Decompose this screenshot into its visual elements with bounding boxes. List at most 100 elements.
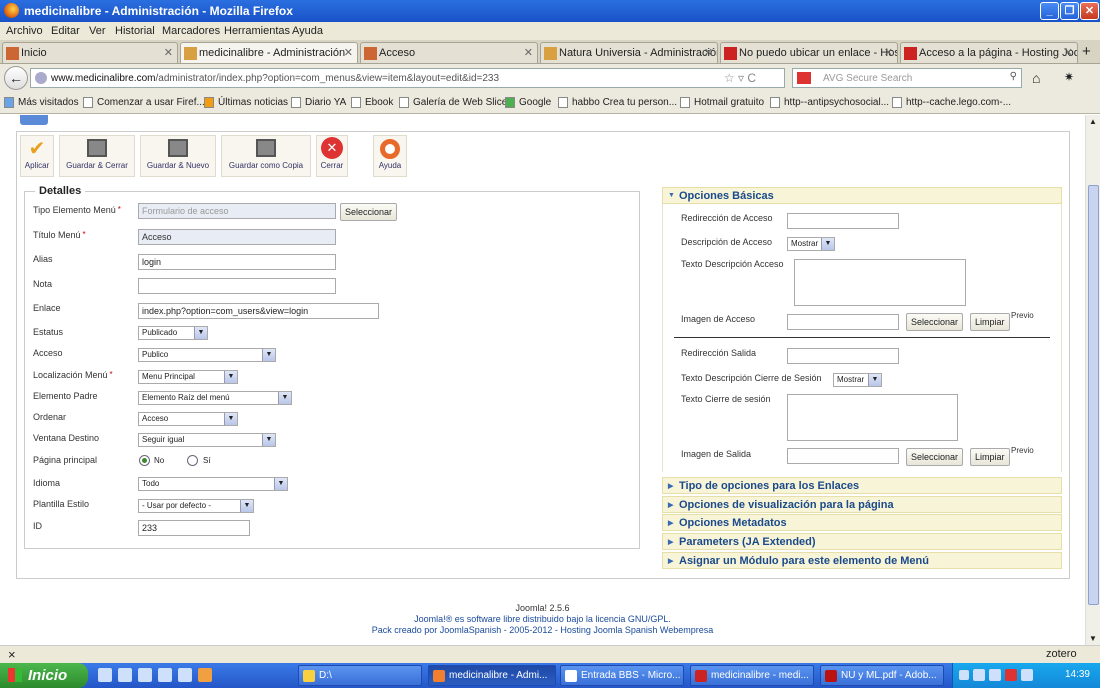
help-button[interactable]: Ayuda [373,135,407,177]
login-image-clear-button[interactable]: Limpiar [970,313,1010,331]
word-icon[interactable] [138,668,152,682]
logout-redirect-field[interactable] [787,348,899,364]
tray-arrow-icon[interactable] [959,670,969,680]
close-tab-icon[interactable]: ✕ [524,46,533,59]
menu-location-select[interactable]: Menu Principal ▼ [138,370,238,384]
menu-historial[interactable]: Historial [115,25,155,37]
login-image-preview[interactable]: Previo [1011,311,1034,320]
addon-icon[interactable]: ✷ [1064,70,1074,84]
close-tab-icon[interactable]: ✕ [164,46,173,59]
logout-image-select-button[interactable]: Seleccionar [906,448,964,466]
close-button[interactable]: ✕ Cerrar [316,135,348,177]
bookmark-item[interactable]: habbo Crea tu person... [558,97,677,108]
firefox-quicklaunch-icon[interactable] [198,668,212,682]
bookmark-item[interactable]: http--cache.lego.com-... [892,97,1011,108]
access-select[interactable]: Publico ▼ [138,348,276,362]
menu-editar[interactable]: Editar [51,25,80,37]
link-field[interactable]: index.php?option=com_users&view=login [138,303,379,319]
login-description-select[interactable]: Mostrar ▼ [787,237,835,251]
alias-field[interactable]: login [138,254,336,270]
new-tab-button[interactable]: + [1082,43,1091,60]
show-desktop-icon[interactable] [98,668,112,682]
save-new-button[interactable]: Guardar & Nuevo [140,135,216,177]
link-type-options-header[interactable]: ▶ Tipo de opciones para los Enlaces [662,477,1062,494]
logout-description-select[interactable]: Mostrar ▼ [833,373,882,387]
save-copy-button[interactable]: Guardar como Copia [221,135,311,177]
tab-acceso[interactable]: Acceso ✕ [360,42,538,63]
bookmark-item[interactable]: Galería de Web Slice [399,97,507,108]
tab-no-puedo[interactable]: No puedo ubicar un enlace - Hos... ✕ [720,42,898,63]
logout-text-textarea[interactable] [787,394,958,441]
ie-icon[interactable] [118,668,132,682]
tab-natura[interactable]: Natura Universia - Administración ✕ [540,42,718,63]
basic-options-header[interactable]: ▼ Opciones Básicas [662,187,1062,204]
status-select[interactable]: Publicado ▼ [138,326,208,340]
home-icon[interactable]: ⌂ [1032,70,1040,86]
close-window-button[interactable]: ✕ [1080,2,1099,20]
close-tab-icon[interactable]: ✕ [344,46,353,59]
tab-medicinalibre[interactable]: medicinalibre - Administración ✕ [180,42,358,63]
bookmark-item[interactable]: Comenzar a usar Firef... [83,97,205,108]
id-field[interactable]: 233 [138,520,250,536]
logout-image-field[interactable] [787,448,899,464]
zotero-addon[interactable]: zotero [1046,648,1077,660]
language-select[interactable]: Todo ▼ [138,477,288,491]
bookmark-item[interactable]: Más visitados [4,97,79,108]
login-image-field[interactable] [787,314,899,330]
close-tab-icon[interactable]: ✕ [1064,46,1073,59]
bookmark-item[interactable]: Hotmail gratuito [680,97,764,108]
save-close-button[interactable]: Guardar & Cerrar [59,135,135,177]
back-button[interactable]: ← [4,66,28,90]
start-button[interactable]: Inicio [0,663,88,688]
select-type-button[interactable]: Seleccionar [340,203,398,221]
menu-ayuda[interactable]: Ayuda [292,25,323,37]
menu-title-field[interactable]: Acceso [138,229,336,245]
tray-mail-icon[interactable] [973,669,985,681]
footer-license[interactable]: Joomla!® es software libre distribuido b… [0,614,1085,624]
taskbar-item-adobe[interactable]: NU y ML.pdf - Adob... [820,665,944,686]
menu-ver[interactable]: Ver [89,25,106,37]
footer-pack[interactable]: Pack creado por JoomlaSpanish - 2005-201… [0,625,1085,635]
page-display-options-header[interactable]: ▶ Opciones de visualización para la págin… [662,496,1062,513]
url-bar[interactable]: www.medicinalibre.com/administrator/inde… [30,68,785,88]
bookmark-item[interactable]: Diario YA [291,97,346,108]
bookmark-star-icon[interactable]: ☆ ▿ C [724,71,756,85]
ja-parameters-header[interactable]: ▶ Parameters (JA Extended) [662,533,1062,550]
tray-volume-icon[interactable] [1021,669,1033,681]
scrollbar-thumb[interactable] [1088,185,1099,605]
tray-antivirus-icon[interactable] [1005,669,1017,681]
home-no-radio[interactable] [139,455,150,466]
tray-network-icon[interactable] [989,669,1001,681]
logout-image-clear-button[interactable]: Limpiar [970,448,1010,466]
target-window-select[interactable]: Seguir igual ▼ [138,433,276,447]
ie-alt-icon[interactable] [158,668,172,682]
tab-acceso-pagina[interactable]: Acceso a la página - Hosting Joo... ✕ [900,42,1078,63]
apply-button[interactable]: ✔ Aplicar [20,135,54,177]
metadata-options-header[interactable]: ▶ Opciones Metadatos [662,514,1062,531]
menu-herramientas[interactable]: Herramientas [224,25,290,37]
close-tab-icon[interactable]: ✕ [884,46,893,59]
bookmark-item[interactable]: http--antipsychosocial... [770,97,889,108]
outlook-icon[interactable] [178,668,192,682]
home-yes-radio[interactable] [187,455,198,466]
menu-marcadores[interactable]: Marcadores [162,25,220,37]
vertical-scrollbar[interactable]: ▲ ▼ [1085,115,1100,645]
taskbar-item-bbs[interactable]: Entrada BBS - Micro... [560,665,684,686]
taskbar-item-filezilla[interactable]: medicinalibre - medi... [690,665,814,686]
template-style-select[interactable]: - Usar por defecto - ▼ [138,499,254,513]
taskbar-item-firefox[interactable]: medicinalibre - Admi... [428,665,556,686]
minimize-button[interactable]: _ [1040,2,1059,20]
bookmark-item[interactable]: Ebook [351,97,393,108]
taskbar-item-explorer[interactable]: D:\ [298,665,422,686]
logout-image-preview[interactable]: Previo [1011,446,1034,455]
ordering-select[interactable]: Acceso ▼ [138,412,238,426]
login-description-textarea[interactable] [794,259,966,306]
bookmark-item[interactable]: Google [505,97,551,108]
tab-inicio[interactable]: Inicio ✕ [2,42,178,63]
close-tab-icon[interactable]: ✕ [704,46,713,59]
parent-item-select[interactable]: Elemento Raíz del menú ▼ [138,391,292,405]
bookmark-item[interactable]: Últimas noticias [204,97,288,108]
close-findbar-icon[interactable]: × [8,647,16,662]
login-redirect-field[interactable] [787,213,899,229]
menu-archivo[interactable]: Archivo [6,25,43,37]
